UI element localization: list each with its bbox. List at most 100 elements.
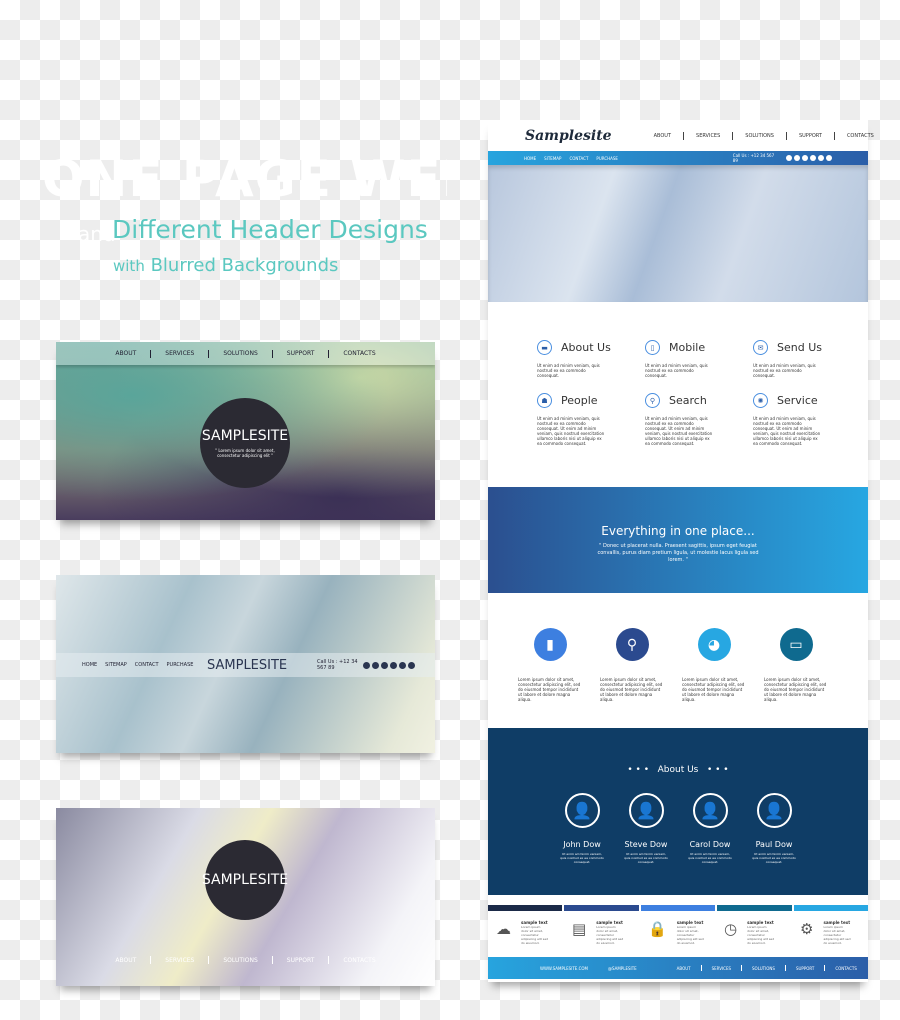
nav-solutions[interactable]: SOLUTIONS bbox=[733, 133, 786, 139]
book-icon: ▬ bbox=[537, 340, 552, 355]
footer-feature-text: Lorem ipsum dolor sit amet, consectetur … bbox=[676, 925, 704, 945]
nav-about[interactable]: ABOUT bbox=[101, 350, 150, 357]
site-name: SAMPLESITE bbox=[201, 872, 289, 888]
nav-support[interactable]: SUPPORT bbox=[273, 957, 329, 964]
service-item: ✺ Service Ut enim ad minim veniam, quis no… bbox=[753, 393, 861, 446]
nav-about[interactable]: ABOUT bbox=[642, 133, 683, 139]
feature-item: ◕ Lorem ipsum dolor sit amet, consectetur… bbox=[682, 628, 744, 702]
features: ▮ Lorem ipsum dolor sit amet, consectetur… bbox=[518, 628, 826, 702]
footer-feature-text: Lorem ipsum dolor sit amet, consectetur … bbox=[747, 925, 775, 945]
footer-feature: 🔒 sample text Lorem ipsum dolor sit amet, … bbox=[648, 920, 710, 945]
service-text: Ut enim ad minim veniam, quis nostrud ex… bbox=[753, 363, 816, 378]
nav-about[interactable]: ABOUT bbox=[101, 957, 150, 964]
nav-contacts[interactable]: CONTACTS bbox=[329, 957, 389, 964]
nav-solutions[interactable]: SOLUTIONS bbox=[209, 957, 271, 964]
service-header: ✉ Send Us bbox=[753, 340, 861, 355]
feature-text: Lorem ipsum dolor sit amet, consectetur … bbox=[682, 677, 745, 702]
nav-support[interactable]: SUPPORT bbox=[787, 133, 834, 139]
service-title: Search bbox=[669, 394, 707, 407]
gear-icon: ✺ bbox=[753, 393, 768, 408]
quote-banner: Everything in one place... " Donec ut pl… bbox=[488, 487, 868, 593]
subnav-home[interactable]: HOME bbox=[524, 156, 536, 161]
team-member: 👤 Carol Dow Ut enim ad minim veniam, quis … bbox=[688, 793, 732, 864]
nav-services[interactable]: SERVICES bbox=[702, 966, 741, 971]
subnav-sitemap[interactable]: SITEMAP bbox=[544, 156, 561, 161]
nav-support[interactable]: SUPPORT bbox=[786, 966, 824, 971]
nav-services[interactable]: SERVICES bbox=[151, 957, 208, 964]
site-name: SAMPLESITE bbox=[207, 657, 288, 673]
feature-item: ▮ Lorem ipsum dolor sit amet, consectetur… bbox=[518, 628, 580, 702]
tagline: " Lorem ipsum dolor sit amet, consectetu… bbox=[215, 448, 275, 458]
nav-about[interactable]: ABOUT bbox=[667, 966, 701, 971]
copyright: Copyright © 2015 bbox=[888, 963, 900, 973]
search-icon: ⚲ bbox=[645, 393, 660, 408]
promo-subtitle2: with Blurred Backgrounds bbox=[113, 255, 338, 276]
quote-text: " Donec ut placerat nulla. Praesent sagi… bbox=[597, 543, 759, 563]
color-strip bbox=[640, 905, 716, 911]
quote-title: Everything in one place... bbox=[601, 524, 755, 538]
service-item: ☗ People Ut enim ad minim veniam, quis nos… bbox=[537, 393, 645, 446]
gear-icon: ⚙ bbox=[800, 920, 814, 938]
hero-image bbox=[488, 165, 868, 302]
header-band: HOME SITEMAP CONTACT PURCHASE SAMPLESITE Ca… bbox=[56, 653, 435, 677]
subnav-sitemap[interactable]: SITEMAP bbox=[105, 662, 127, 668]
nav-services[interactable]: SERVICES bbox=[151, 350, 208, 357]
service-item: ▬ About Us Ut enim ad minim veniam, quis n… bbox=[537, 340, 645, 378]
nav-contacts[interactable]: CONTACTS bbox=[825, 966, 867, 971]
footer-feature-text: Lorem ipsum dolor sit amet, consectetur … bbox=[596, 925, 624, 945]
avatar-icon: 👤 bbox=[564, 793, 600, 828]
footer-social[interactable]: @SAMPLESITE bbox=[598, 966, 647, 971]
promo-subtitle: Different Header Designs bbox=[112, 215, 428, 244]
nav-contacts[interactable]: CONTACTS bbox=[835, 133, 886, 139]
subnav-home[interactable]: HOME bbox=[82, 662, 97, 668]
nav-solutions[interactable]: SOLUTIONS bbox=[742, 966, 785, 971]
feature-text: Lorem ipsum dolor sit amet, consectetur … bbox=[764, 677, 827, 702]
service-header: ⚲ Search bbox=[645, 393, 753, 408]
with-word: with bbox=[113, 257, 145, 275]
service-item: ✉ Send Us Ut enim ad minim veniam, quis no… bbox=[753, 340, 861, 378]
top-nav: ABOUT SERVICES SOLUTIONS SUPPORT CONTACTS bbox=[56, 342, 435, 365]
avatar-icon: 👤 bbox=[692, 793, 728, 828]
logo: Samplesite bbox=[525, 127, 612, 144]
bar-chart-icon: ▮ bbox=[533, 628, 567, 661]
site-header: Samplesite ABOUT SERVICES SOLUTIONS SUPPORT… bbox=[488, 120, 874, 151]
service-title: About Us bbox=[561, 341, 611, 354]
social-icons bbox=[786, 155, 832, 161]
member-name: Carol Dow bbox=[689, 840, 731, 849]
color-strips bbox=[488, 905, 869, 911]
subnav-purchase[interactable]: PURCHASE bbox=[167, 662, 194, 668]
footer-site[interactable]: WWW.SAMPLESITE.COM bbox=[530, 966, 598, 971]
service-title: Send Us bbox=[777, 341, 822, 354]
mobile-icon: ▯ bbox=[645, 340, 660, 355]
feature-text: Lorem ipsum dolor sit amet, consectetur … bbox=[600, 677, 663, 702]
team-title: • • • About Us • • • bbox=[627, 765, 729, 775]
header-design-2: HOME SITEMAP CONTACT PURCHASE SAMPLESITE Ca… bbox=[56, 575, 435, 753]
service-header: ☗ People bbox=[537, 393, 645, 408]
nav-solutions[interactable]: SOLUTIONS bbox=[209, 350, 271, 357]
promo-headline: ONE PAGE WEBSITE bbox=[42, 150, 447, 200]
feature-text: Lorem ipsum dolor sit amet, consectetur … bbox=[518, 677, 581, 702]
mail-icon: ✉ bbox=[753, 340, 768, 355]
phone: Call Us : +12 34 567 89 bbox=[732, 153, 775, 163]
member-text: Ut enim ad minim veniam, quis nostrud ex… bbox=[752, 852, 796, 864]
nav-services[interactable]: SERVICES bbox=[684, 133, 732, 139]
header-design-1: ABOUT SERVICES SOLUTIONS SUPPORT CONTACTS SA… bbox=[56, 342, 435, 520]
member-text: Ut enim ad minim veniam, quis nostrud ex… bbox=[688, 852, 732, 864]
promo-and: and bbox=[78, 222, 116, 246]
subnav-contact[interactable]: CONTACT bbox=[135, 662, 159, 668]
phone: Call Us : +12 34 567 89 bbox=[317, 659, 358, 671]
feature-item: ⚲ Lorem ipsum dolor sit amet, consectetur… bbox=[600, 628, 662, 702]
website-mockup: Samplesite ABOUT SERVICES SOLUTIONS SUPPORT… bbox=[488, 120, 900, 982]
subnav-purchase[interactable]: PURCHASE bbox=[596, 156, 618, 161]
color-strip bbox=[564, 905, 639, 911]
footer-feature-text: Lorem ipsum dolor sit amet, consectetur … bbox=[521, 925, 549, 945]
member-name: John Dow bbox=[563, 840, 601, 849]
subnav-contact[interactable]: CONTACT bbox=[569, 156, 588, 161]
bottom-nav: ABOUT SERVICES SOLUTIONS SUPPORT CONTACTS bbox=[56, 954, 435, 966]
nav-support[interactable]: SUPPORT bbox=[273, 350, 329, 357]
pie-chart-icon: ◕ bbox=[697, 628, 731, 661]
nav-contacts[interactable]: CONTACTS bbox=[329, 350, 389, 357]
footer-feature: ⚙ sample text Lorem ipsum dolor sit amet, … bbox=[800, 920, 862, 945]
lock-icon: 🔒 bbox=[648, 920, 667, 938]
member-name: Steve Dow bbox=[624, 840, 668, 849]
